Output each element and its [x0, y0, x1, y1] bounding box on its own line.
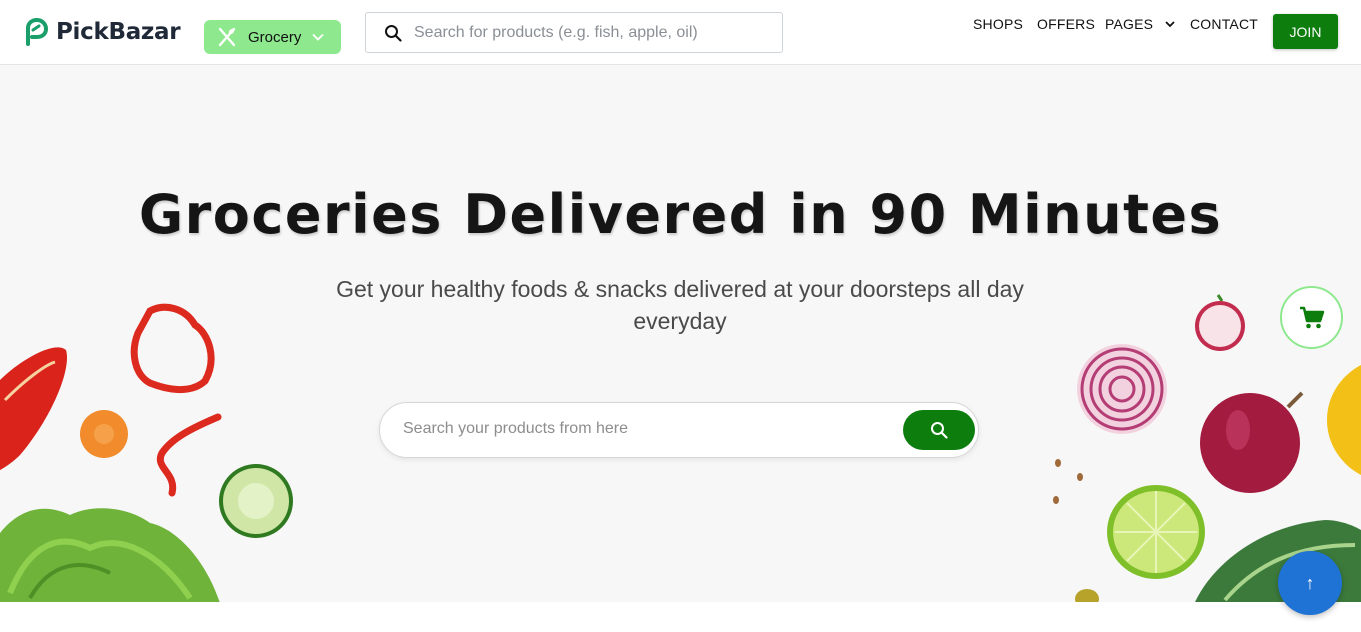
nav-pages[interactable]: PAGES: [1105, 16, 1176, 32]
nav-offers[interactable]: OFFERS: [1037, 16, 1095, 32]
header-search-input[interactable]: [414, 23, 764, 42]
site-header: PickBazar Grocery SHOPS OFFERS PAGES CON…: [0, 0, 1361, 65]
category-label: Grocery: [248, 28, 302, 46]
radish-image: [1195, 294, 1245, 351]
seeds-image: [1053, 459, 1083, 504]
hero-subtitle: Get your healthy foods & snacks delivere…: [336, 276, 1024, 334]
hero-banner: Groceries Delivered in 90 Minutes Get yo…: [0, 65, 1361, 602]
nav-pages-label: PAGES: [1105, 16, 1154, 32]
hero-search-input[interactable]: [403, 420, 883, 438]
red-onion-slice-image: [1077, 344, 1167, 434]
hero-search-button[interactable]: [903, 410, 975, 450]
header-search: [365, 12, 783, 53]
carrot-slice-image: [80, 410, 128, 458]
scroll-to-top-button[interactable]: ↑: [1278, 551, 1342, 615]
logo-icon: [26, 18, 48, 46]
fork-knife-icon: [218, 27, 236, 47]
logo[interactable]: PickBazar: [22, 18, 181, 46]
cucumber-slice-image: [219, 464, 293, 538]
logo-text: PickBazar: [56, 19, 181, 45]
hero-title: Groceries Delivered in 90 Minutes: [138, 183, 1223, 246]
red-onion-image: [1200, 391, 1304, 493]
lettuce-image: [0, 508, 220, 602]
category-selector[interactable]: Grocery: [204, 20, 341, 54]
nav-contact[interactable]: CONTACT: [1190, 16, 1258, 32]
chevron-down-icon: [1165, 21, 1175, 28]
search-icon: [931, 422, 948, 439]
cart-button[interactable]: [1280, 286, 1343, 349]
red-pepper-ring-image: [130, 303, 215, 393]
red-pepper-slice-image: [0, 347, 67, 470]
search-icon: [385, 24, 402, 42]
yellow-pepper-image: [1327, 365, 1361, 475]
nav-shops[interactable]: SHOPS: [973, 16, 1023, 32]
red-pepper-strip-image: [156, 413, 222, 497]
join-button[interactable]: JOIN: [1273, 14, 1338, 49]
hero-search: [379, 402, 979, 458]
lime-slice-image: [1107, 485, 1205, 579]
olive-image: [1075, 589, 1099, 602]
chevron-down-icon: [312, 33, 324, 41]
cart-icon: [1299, 306, 1324, 328]
